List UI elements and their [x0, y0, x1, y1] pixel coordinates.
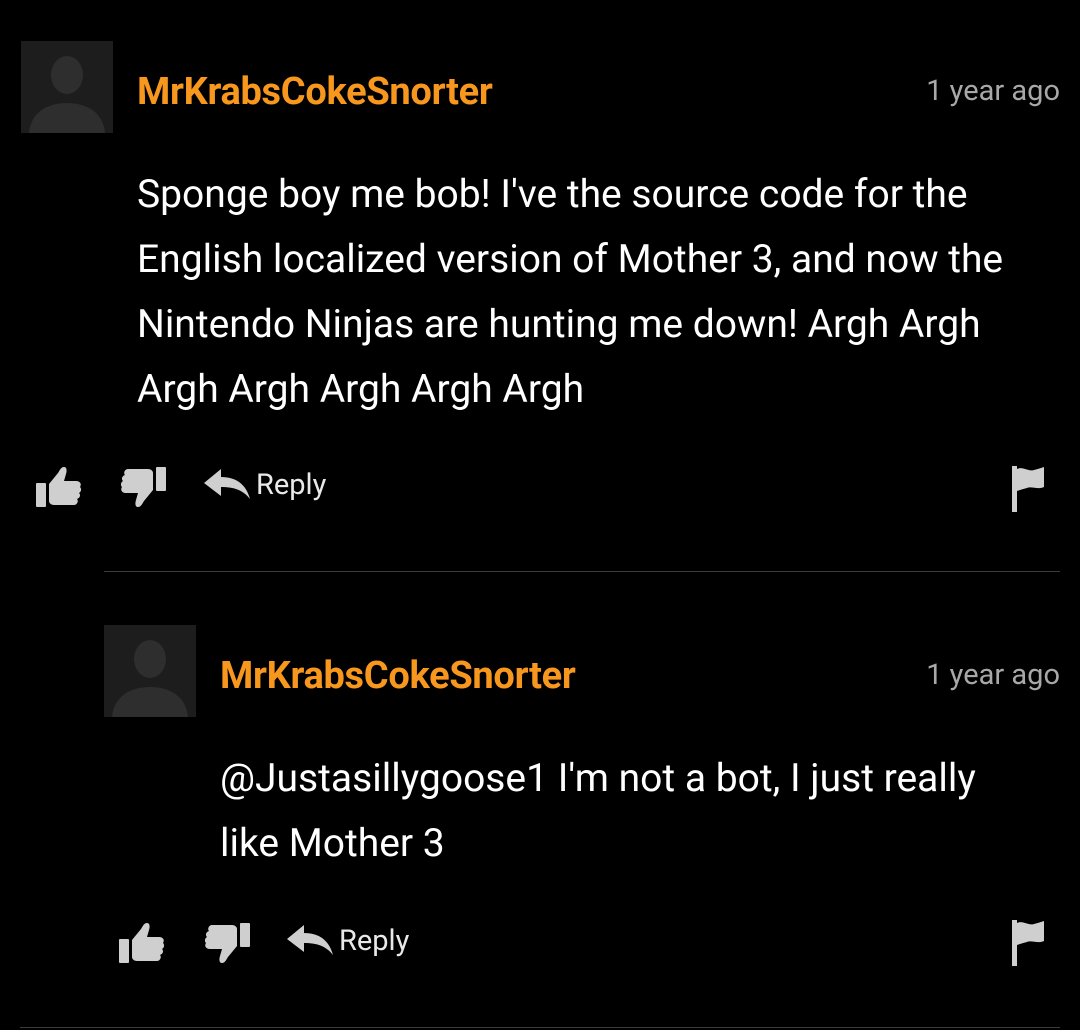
reply-button[interactable]: Reply	[204, 469, 326, 501]
timestamp: 1 year ago	[926, 658, 1060, 692]
username[interactable]: MrKrabsCokeSnorter	[137, 73, 493, 111]
flag-icon[interactable]	[1010, 466, 1046, 512]
timestamp: 1 year ago	[926, 74, 1060, 108]
username[interactable]: MrKrabsCokeSnorter	[220, 657, 576, 695]
thumbs-down-icon[interactable]	[204, 921, 250, 965]
comment-reply: MrKrabsCokeSnorter 1 year ago @Justasill…	[0, 572, 1080, 1030]
divider	[20, 1027, 1060, 1028]
comment-text: @Justasillygoose1 I'm not a bot, I just …	[220, 755, 976, 866]
avatar[interactable]	[104, 625, 196, 717]
user-silhouette-icon	[21, 41, 113, 133]
reply-label: Reply	[256, 467, 327, 502]
user-silhouette-icon	[104, 625, 196, 717]
reply-label: Reply	[339, 923, 410, 958]
thumbs-up-icon[interactable]	[119, 921, 165, 965]
reply-button[interactable]: Reply	[287, 925, 409, 957]
flag-icon[interactable]	[1010, 920, 1046, 966]
reply-arrow-icon	[287, 925, 333, 955]
thumbs-down-icon[interactable]	[120, 465, 166, 509]
comment-text: Sponge boy me bob! I've the source code …	[137, 171, 1004, 412]
avatar[interactable]	[21, 41, 113, 133]
thumbs-up-icon[interactable]	[36, 465, 82, 509]
reply-arrow-icon	[204, 469, 250, 499]
comment: MrKrabsCokeSnorter 1 year ago Sponge boy…	[0, 0, 1080, 572]
